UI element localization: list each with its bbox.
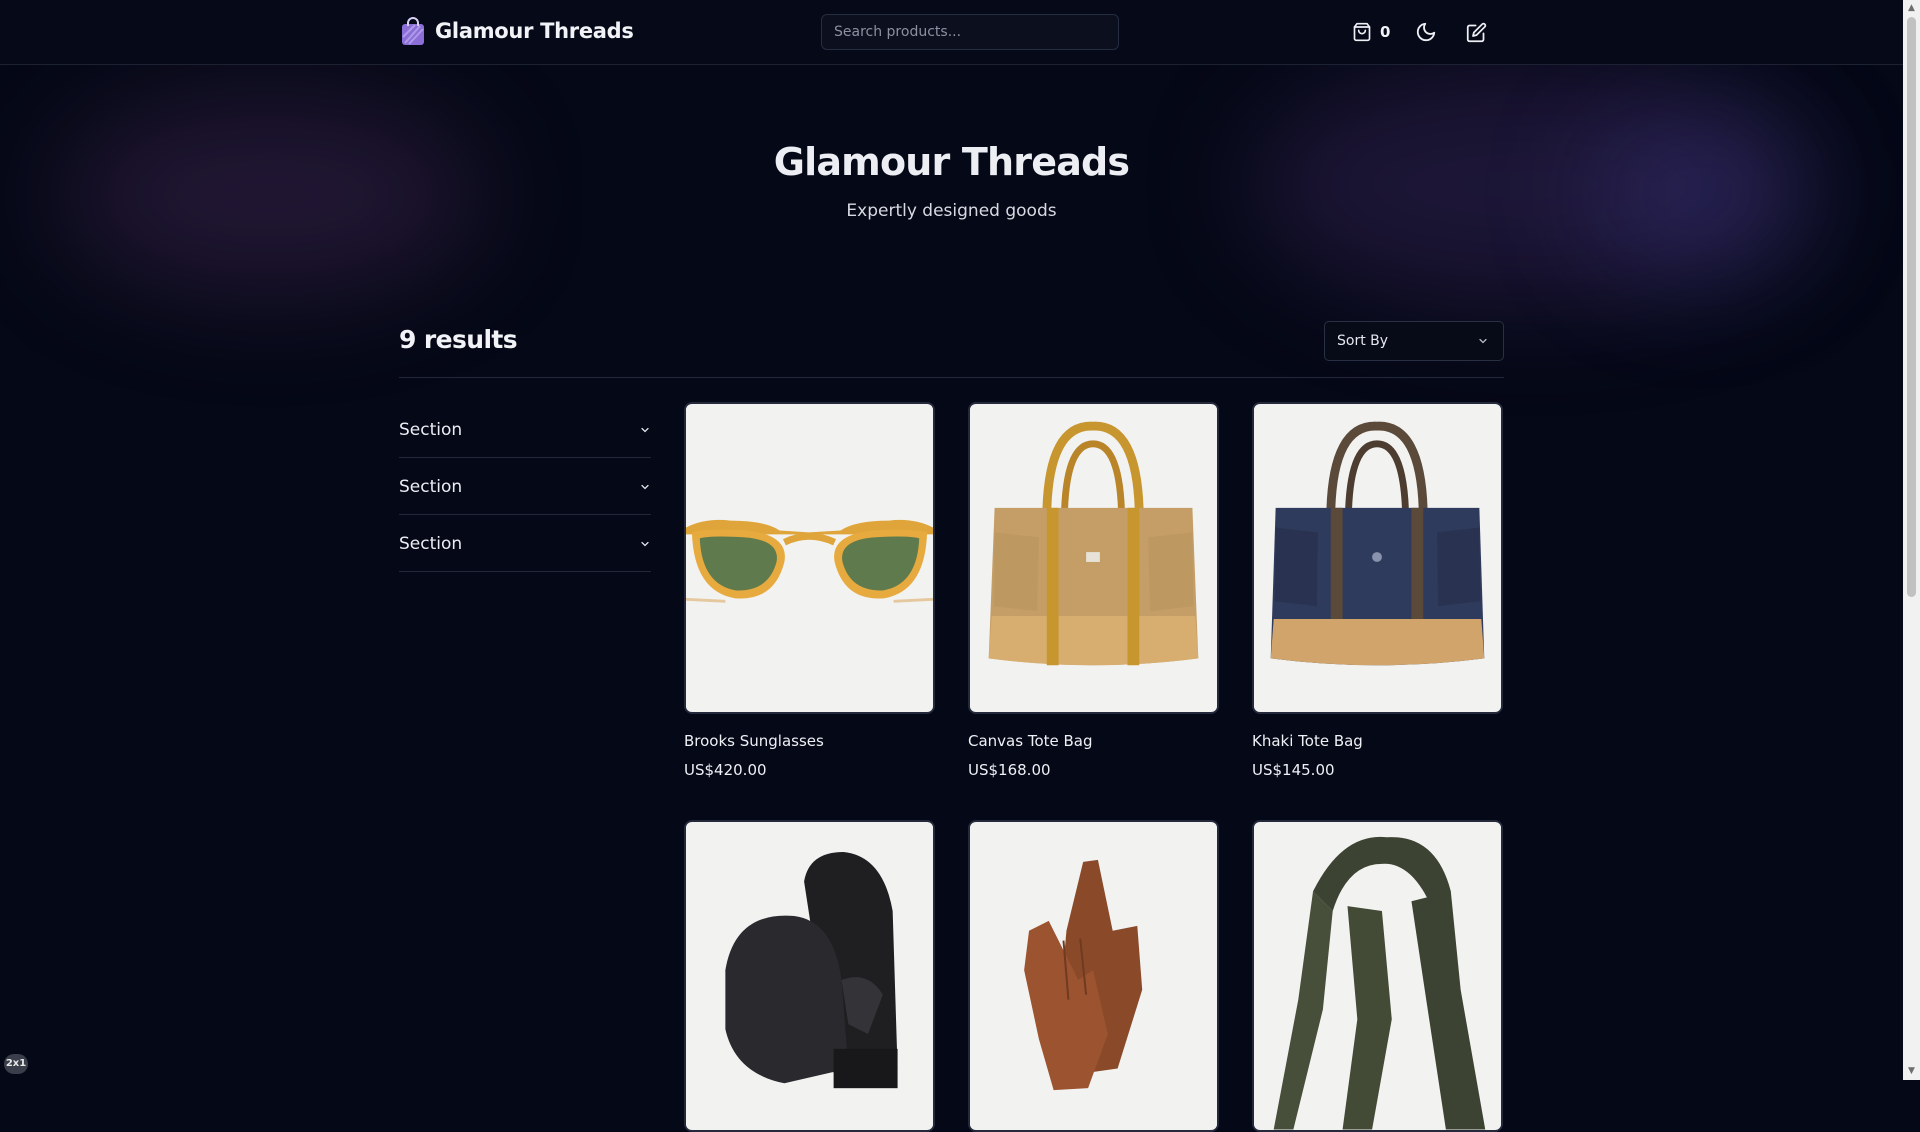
background-glow-right: [1250, 70, 1810, 300]
product-image[interactable]: [684, 402, 935, 714]
filter-section-label: Section: [399, 533, 463, 554]
edit-icon: [1466, 22, 1487, 42]
product-name: Brooks Sunglasses: [684, 732, 824, 750]
tote-bag-image: [1254, 404, 1501, 712]
chevron-down-icon: [641, 427, 649, 432]
sort-select-label: Sort By: [1337, 333, 1389, 349]
product-card[interactable]: [684, 820, 935, 1132]
edit-button[interactable]: [1462, 18, 1490, 46]
product-image[interactable]: [1252, 820, 1503, 1132]
scroll-up-arrow-icon[interactable]: ▲: [1903, 0, 1920, 17]
scrollbar-thumb[interactable]: [1907, 17, 1916, 597]
filter-section[interactable]: Section: [399, 402, 651, 458]
sort-select[interactable]: Sort By: [1324, 321, 1504, 361]
filter-section-label: Section: [399, 419, 463, 440]
results-divider: [399, 377, 1504, 378]
cart-button[interactable]: 0: [1352, 22, 1390, 42]
top-navbar: Glamour Threads 0: [0, 0, 1903, 65]
background-glow-left: [60, 100, 480, 290]
chevron-down-icon: [641, 484, 649, 489]
product-image[interactable]: [684, 820, 935, 1132]
filter-section[interactable]: Section: [399, 516, 651, 572]
page-scrollbar[interactable]: ▲ ▼: [1903, 0, 1920, 1080]
mittens-image: [686, 822, 933, 1130]
moon-icon: [1417, 22, 1436, 42]
hero-title: Glamour Threads: [773, 140, 1130, 184]
results-count: 9 results: [399, 325, 518, 354]
filter-section-label: Section: [399, 476, 463, 497]
search-input[interactable]: [821, 14, 1119, 50]
product-card[interactable]: Brooks Sunglasses US$420.00: [684, 402, 935, 779]
scarf-image: [1254, 822, 1501, 1130]
nav-actions: 0: [1352, 18, 1490, 46]
brand-name: Glamour Threads: [435, 19, 634, 43]
product-card[interactable]: Canvas Tote Bag US$168.00: [968, 402, 1219, 779]
corner-badge[interactable]: 2x1: [4, 1054, 28, 1074]
hero-subtitle: Expertly designed goods: [846, 201, 1057, 221]
scroll-down-arrow-icon[interactable]: ▼: [1903, 1063, 1920, 1080]
product-price: US$168.00: [968, 761, 1051, 779]
product-price: US$145.00: [1252, 761, 1335, 779]
theme-toggle-button[interactable]: [1412, 18, 1440, 46]
product-image[interactable]: [1252, 402, 1503, 714]
product-name: Khaki Tote Bag: [1252, 732, 1363, 750]
filter-section[interactable]: Section: [399, 459, 651, 515]
product-image[interactable]: [968, 402, 1219, 714]
gloves-image: [970, 822, 1217, 1130]
brand-link[interactable]: Glamour Threads: [400, 16, 634, 46]
product-price: US$420.00: [684, 761, 767, 779]
filters-sidebar: Section Section Section: [399, 402, 651, 573]
cart-count: 0: [1380, 23, 1391, 41]
shopping-bag-icon: [402, 17, 424, 45]
product-image[interactable]: [968, 820, 1219, 1132]
shopping-bag-icon: [1353, 22, 1371, 42]
background-glow-right-blue: [1590, 110, 1810, 280]
sunglasses-image: [686, 404, 933, 712]
chevron-down-icon: [1479, 338, 1487, 344]
product-card[interactable]: [968, 820, 1219, 1132]
chevron-down-icon: [641, 541, 649, 546]
tote-bag-image: [970, 404, 1217, 712]
product-card[interactable]: Khaki Tote Bag US$145.00: [1252, 402, 1503, 779]
product-card[interactable]: [1252, 820, 1503, 1132]
product-name: Canvas Tote Bag: [968, 732, 1093, 750]
